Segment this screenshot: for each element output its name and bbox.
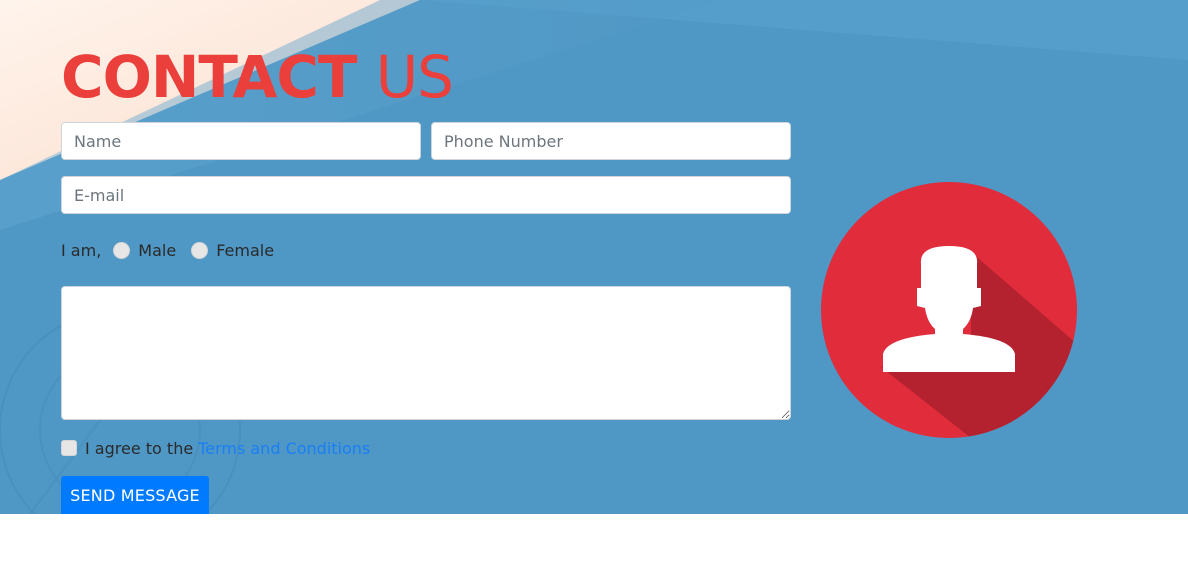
title-bold: CONTACT	[61, 43, 357, 111]
male-radio[interactable]	[113, 241, 131, 259]
gender-selector: I am, Male Female	[61, 239, 289, 261]
gender-label: I am,	[61, 240, 102, 260]
page-title: CONTACT US	[61, 43, 454, 111]
send-message-button[interactable]: SEND MESSAGE	[61, 476, 209, 514]
name-input[interactable]	[61, 122, 421, 160]
phone-input[interactable]	[431, 122, 791, 160]
message-textarea[interactable]	[61, 286, 791, 420]
gender-option-female[interactable]: Female	[191, 241, 274, 260]
terms-link[interactable]: Terms and Conditions	[198, 439, 370, 458]
user-icon	[821, 182, 1077, 438]
female-label: Female	[216, 240, 275, 260]
agree-text: I agree to the	[85, 438, 194, 458]
male-label: Male	[138, 240, 177, 260]
female-radio[interactable]	[191, 241, 209, 259]
agree-checkbox[interactable]	[61, 440, 77, 456]
email-input[interactable]	[61, 176, 791, 214]
gender-option-male[interactable]: Male	[113, 241, 176, 260]
terms-agreement: I agree to the Terms and Conditions	[61, 437, 370, 459]
title-light: US	[375, 43, 454, 111]
contact-hero: CONTACT US I am, Male Female I agree to …	[0, 0, 1188, 514]
